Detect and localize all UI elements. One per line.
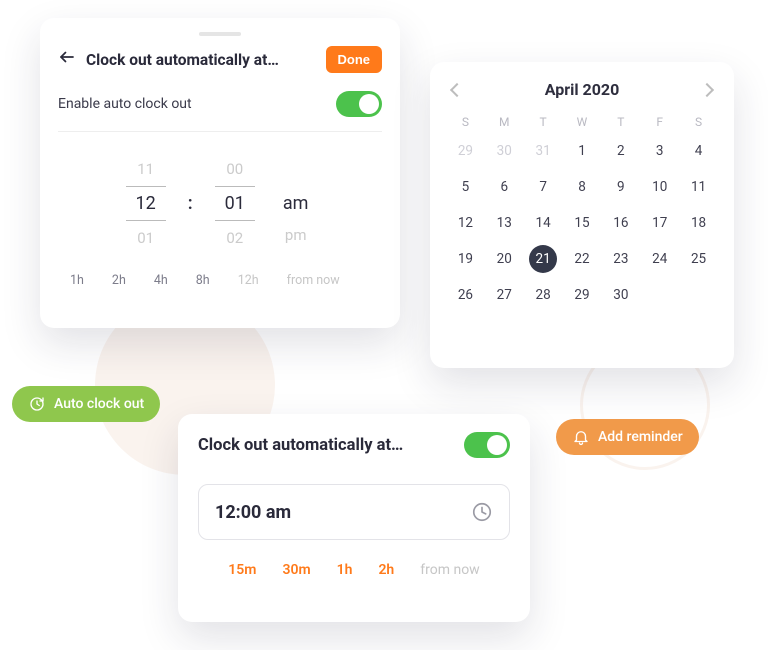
calendar-dow-row: SMTWTFS <box>446 115 718 129</box>
auto-clockout-panel: Clock out automatically at… Done Enable … <box>40 18 400 328</box>
pill-label: Add reminder <box>598 429 683 445</box>
dow-cell: S <box>446 115 485 129</box>
calendar-day[interactable]: 25 <box>679 243 718 275</box>
dow-cell: M <box>485 115 524 129</box>
add-reminder-pill[interactable]: Add reminder <box>556 419 699 455</box>
calendar-day[interactable]: 29 <box>563 279 602 311</box>
calendar-day[interactable]: 21 <box>524 243 563 275</box>
panel-title: Clock out automatically at… <box>86 51 316 69</box>
dow-cell: S <box>679 115 718 129</box>
calendar-day[interactable]: 3 <box>640 135 679 167</box>
quick-1h[interactable]: 1h <box>337 562 353 578</box>
clockout-summary-panel: Clock out automatically at… 12:00 am 15m… <box>178 414 530 622</box>
calendar-day[interactable]: 7 <box>524 171 563 203</box>
chevron-left-icon[interactable] <box>450 82 464 96</box>
calendar-day[interactable]: 17 <box>640 207 679 239</box>
done-button[interactable]: Done <box>326 46 383 73</box>
quick-2h[interactable]: 2h <box>112 273 126 288</box>
quick-15m[interactable]: 15m <box>228 562 256 578</box>
calendar-day[interactable]: 29 <box>446 135 485 167</box>
quick-1h[interactable]: 1h <box>70 273 84 288</box>
quick-8h[interactable]: 8h <box>196 273 210 288</box>
hour-wheel[interactable]: 11 12 01 <box>126 160 166 247</box>
time-field[interactable]: 12:00 am <box>198 484 510 540</box>
chevron-right-icon[interactable] <box>700 82 714 96</box>
sheet-handle[interactable] <box>199 32 241 36</box>
enable-label: Enable auto clock out <box>58 96 192 112</box>
minute-wheel[interactable]: 00 01 02 <box>215 160 255 247</box>
dow-cell: F <box>640 115 679 129</box>
calendar-day[interactable]: 27 <box>485 279 524 311</box>
calendar-title: April 2020 <box>545 80 620 99</box>
calendar-day[interactable]: 9 <box>601 171 640 203</box>
calendar-day[interactable]: 1 <box>563 135 602 167</box>
calendar-day[interactable]: 23 <box>601 243 640 275</box>
dow-cell: T <box>601 115 640 129</box>
quick-label: from now <box>420 562 479 578</box>
calendar-day[interactable]: 12 <box>446 207 485 239</box>
calendar-day[interactable]: 18 <box>679 207 718 239</box>
calendar-day[interactable]: 10 <box>640 171 679 203</box>
calendar-panel: April 2020 SMTWTFS 293031123456789101112… <box>430 62 734 368</box>
pill-label: Auto clock out <box>54 396 144 412</box>
calendar-day[interactable]: 30 <box>485 135 524 167</box>
quick-12h[interactable]: 12h <box>238 273 259 288</box>
quick-30m[interactable]: 30m <box>282 562 310 578</box>
calendar-day[interactable]: 13 <box>485 207 524 239</box>
calendar-day[interactable]: 31 <box>524 135 563 167</box>
calendar-day[interactable]: 30 <box>601 279 640 311</box>
calendar-day[interactable]: 6 <box>485 171 524 203</box>
calendar-day[interactable]: 2 <box>601 135 640 167</box>
calendar-day[interactable]: 19 <box>446 243 485 275</box>
calendar-day[interactable]: 4 <box>679 135 718 167</box>
calendar-day[interactable]: 14 <box>524 207 563 239</box>
auto-clockout-pill[interactable]: Auto clock out <box>12 386 160 422</box>
quick-duration-row: 15m 30m 1h 2h from now <box>198 562 510 578</box>
quick-2h[interactable]: 2h <box>378 562 394 578</box>
time-value: 12:00 am <box>215 502 291 523</box>
bell-icon <box>572 428 590 446</box>
calendar-day[interactable]: 26 <box>446 279 485 311</box>
enable-toggle[interactable] <box>464 432 510 458</box>
calendar-day[interactable]: 5 <box>446 171 485 203</box>
clock-arrow-icon <box>28 395 46 413</box>
calendar-grid: 2930311234567891011121314151617181920212… <box>446 135 718 311</box>
quick-duration-row: 1h 2h 4h 8h 12h from now <box>58 273 382 288</box>
picker-colon: : <box>188 193 193 214</box>
calendar-day[interactable]: 20 <box>485 243 524 275</box>
dow-cell: T <box>524 115 563 129</box>
dow-cell: W <box>563 115 602 129</box>
quick-label: from now <box>287 273 340 288</box>
enable-toggle[interactable] <box>336 91 382 117</box>
back-arrow-icon[interactable] <box>58 48 76 71</box>
clock-icon <box>471 501 493 523</box>
calendar-day[interactable]: 11 <box>679 171 718 203</box>
calendar-day[interactable]: 16 <box>601 207 640 239</box>
panel-title: Clock out automatically at… <box>198 436 403 455</box>
ampm-wheel[interactable]: am pm <box>277 163 315 244</box>
calendar-day[interactable]: 22 <box>563 243 602 275</box>
quick-4h[interactable]: 4h <box>154 273 168 288</box>
calendar-day[interactable]: 15 <box>563 207 602 239</box>
time-picker[interactable]: 11 12 01 : 00 01 02 am pm <box>58 160 382 247</box>
calendar-day[interactable]: 8 <box>563 171 602 203</box>
calendar-day[interactable]: 28 <box>524 279 563 311</box>
calendar-day[interactable]: 24 <box>640 243 679 275</box>
